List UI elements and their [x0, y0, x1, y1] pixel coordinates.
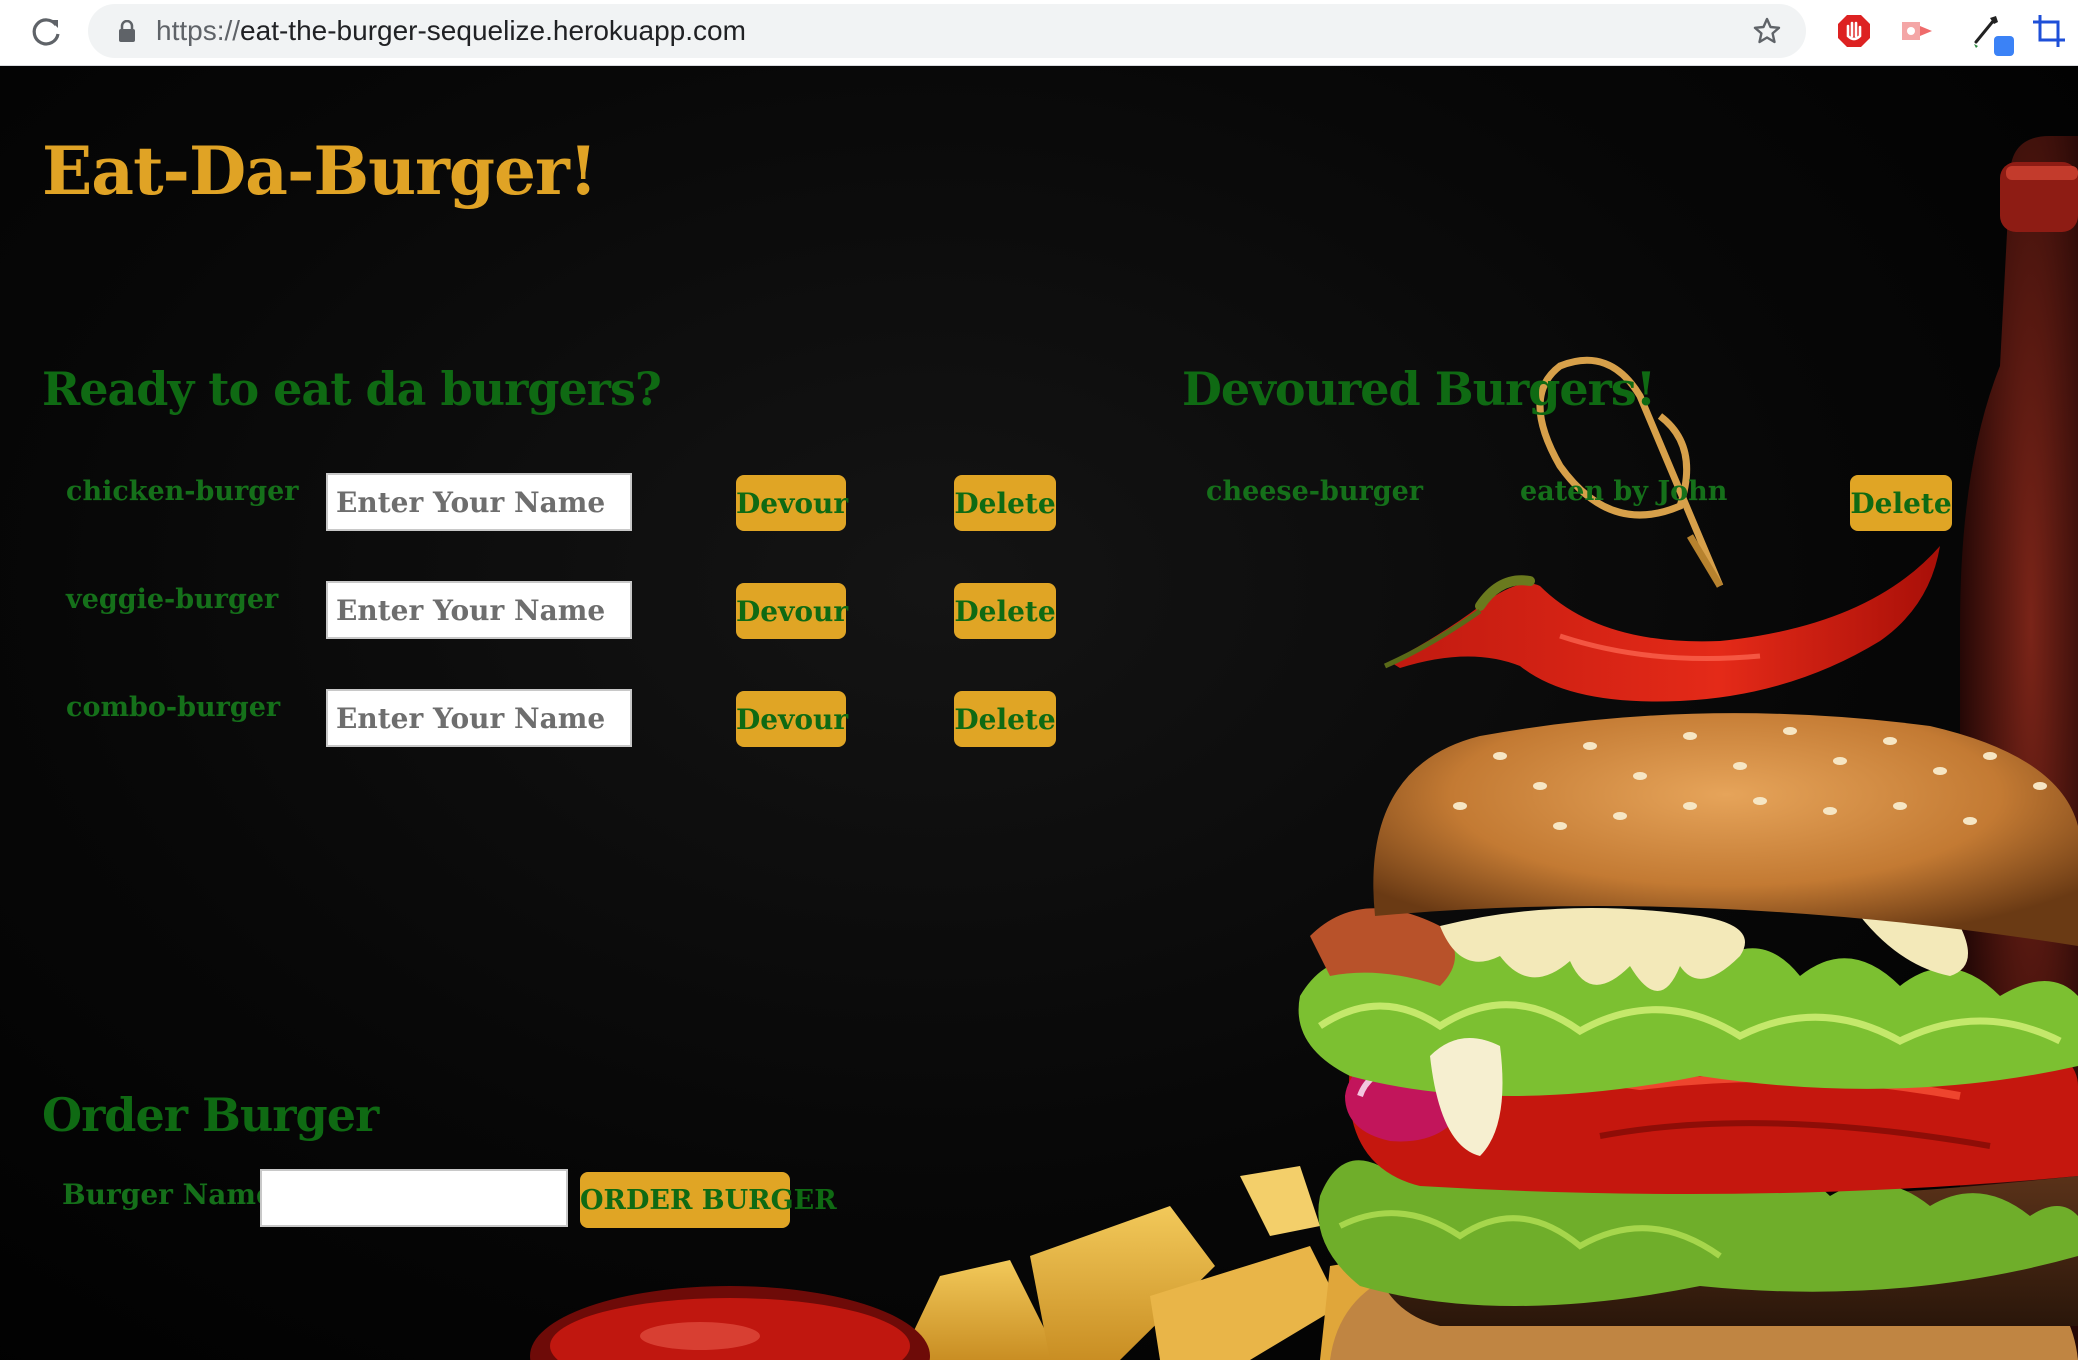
adblock-extension-icon[interactable]: [1835, 12, 1873, 50]
burger-name: combo-burger: [66, 692, 281, 723]
page-content: Eat-Da-Burger! Ready to eat da burgers? …: [0, 66, 2078, 1360]
browser-toolbar: https://eat-the-burger-sequelize.herokua…: [0, 0, 2078, 66]
burger-name: chicken-burger: [66, 476, 299, 507]
bookmark-star-icon[interactable]: [1752, 16, 1782, 46]
crop-extension-icon[interactable]: [2030, 12, 2068, 50]
page-title: Eat-Da-Burger!: [42, 132, 598, 210]
burger-name-label: Burger Name:: [62, 1178, 285, 1211]
new-burger-name-input[interactable]: [260, 1169, 568, 1227]
eater-name-input[interactable]: [326, 581, 632, 639]
delete-button[interactable]: Delete: [954, 691, 1056, 747]
address-bar[interactable]: https://eat-the-burger-sequelize.herokua…: [88, 4, 1806, 58]
devoured-heading: Devoured Burgers!: [1182, 362, 1656, 416]
cast-extension-icon[interactable]: [1898, 12, 1936, 50]
eater-name-input[interactable]: [326, 689, 632, 747]
url-host: eat-the-burger-sequelize.herokuapp.com: [240, 15, 746, 46]
devour-button[interactable]: Devour: [736, 475, 848, 531]
delete-button[interactable]: Delete: [1850, 475, 1952, 531]
eaten-by-text: eaten by John: [1520, 476, 1728, 507]
order-burger-button[interactable]: ORDER BURGER: [580, 1172, 837, 1228]
color-picker-extension-icon[interactable]: [1970, 12, 2014, 58]
eater-name-input[interactable]: [326, 473, 632, 531]
ready-heading: Ready to eat da burgers?: [42, 362, 662, 416]
url-scheme: https://: [156, 15, 241, 46]
devour-button[interactable]: Devour: [736, 583, 848, 639]
lock-icon: [119, 20, 135, 42]
order-heading: Order Burger: [42, 1088, 379, 1142]
reload-icon[interactable]: [26, 12, 66, 52]
delete-button[interactable]: Delete: [954, 475, 1056, 531]
delete-button[interactable]: Delete: [954, 583, 1056, 639]
burger-name: veggie-burger: [66, 584, 279, 615]
url-text[interactable]: https://eat-the-burger-sequelize.herokua…: [156, 15, 746, 47]
burger-name: cheese-burger: [1206, 476, 1424, 507]
devour-button[interactable]: Devour: [736, 691, 848, 747]
